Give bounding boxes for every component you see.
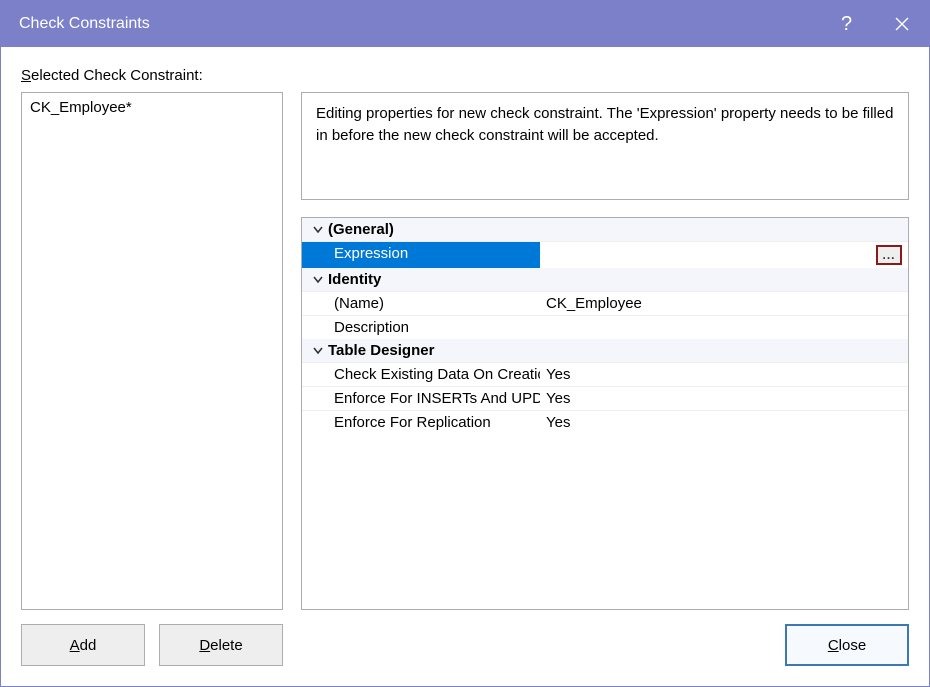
- chevron-down-icon[interactable]: [308, 274, 328, 286]
- property-key: Expression: [302, 242, 540, 268]
- property-value[interactable]: ...: [540, 242, 908, 268]
- property-category-header[interactable]: (General): [302, 218, 908, 241]
- property-key: Enforce For INSERTs And UPDATEs: [302, 387, 540, 410]
- description-box: Editing properties for new check constra…: [301, 92, 909, 200]
- constraint-listbox[interactable]: CK_Employee*: [21, 92, 283, 610]
- property-key: Check Existing Data On Creation Or Re-En…: [302, 363, 540, 386]
- main-row: CK_Employee* Add Delete Editing properti…: [21, 92, 909, 666]
- close-button[interactable]: Close: [785, 624, 909, 666]
- property-grid[interactable]: (General) Expression... Identity (Name)CK_E…: [301, 217, 909, 610]
- category-name: (General): [328, 221, 394, 238]
- property-row[interactable]: (Name)CK_Employee: [302, 291, 908, 315]
- property-category-header[interactable]: Identity: [302, 268, 908, 291]
- delete-button[interactable]: Delete: [159, 624, 283, 666]
- titlebar-title: Check Constraints: [19, 15, 819, 33]
- list-item[interactable]: CK_Employee*: [30, 97, 274, 118]
- property-row[interactable]: Enforce For ReplicationYes: [302, 410, 908, 434]
- right-panel: Editing properties for new check constra…: [301, 92, 909, 666]
- property-key: Enforce For Replication: [302, 411, 540, 434]
- property-key: (Name): [302, 292, 540, 315]
- close-window-button[interactable]: [874, 1, 929, 47]
- property-row[interactable]: Check Existing Data On Creation Or Re-En…: [302, 362, 908, 386]
- chevron-down-icon[interactable]: [308, 224, 328, 236]
- chevron-down-icon[interactable]: [308, 345, 328, 357]
- left-panel: CK_Employee* Add Delete: [21, 92, 283, 666]
- property-key: Description: [302, 316, 540, 339]
- ellipsis-button[interactable]: ...: [876, 245, 902, 265]
- property-row[interactable]: Expression...: [302, 241, 908, 268]
- category-name: Table Designer: [328, 342, 434, 359]
- property-row[interactable]: Description: [302, 315, 908, 339]
- titlebar: Check Constraints ?: [1, 1, 929, 47]
- question-icon: ?: [841, 13, 852, 36]
- property-category-header[interactable]: Table Designer: [302, 339, 908, 362]
- property-value[interactable]: Yes: [540, 387, 908, 410]
- titlebar-buttons: ?: [819, 1, 929, 47]
- close-icon: [895, 17, 909, 31]
- property-value[interactable]: Yes: [540, 411, 908, 434]
- list-buttons: Add Delete: [21, 624, 283, 666]
- add-button[interactable]: Add: [21, 624, 145, 666]
- property-value[interactable]: [540, 316, 908, 339]
- property-value[interactable]: CK_Employee: [540, 292, 908, 315]
- dialog-body: Selected Check Constraint: CK_Employee* …: [1, 47, 929, 686]
- footer-row: Close: [301, 624, 909, 666]
- selected-constraint-label: Selected Check Constraint:: [21, 67, 909, 84]
- category-name: Identity: [328, 271, 381, 288]
- property-row[interactable]: Enforce For INSERTs And UPDATEsYes: [302, 386, 908, 410]
- property-value[interactable]: Yes: [540, 363, 908, 386]
- dialog-window: Check Constraints ? Selected Check Const…: [0, 0, 930, 687]
- help-button[interactable]: ?: [819, 1, 874, 47]
